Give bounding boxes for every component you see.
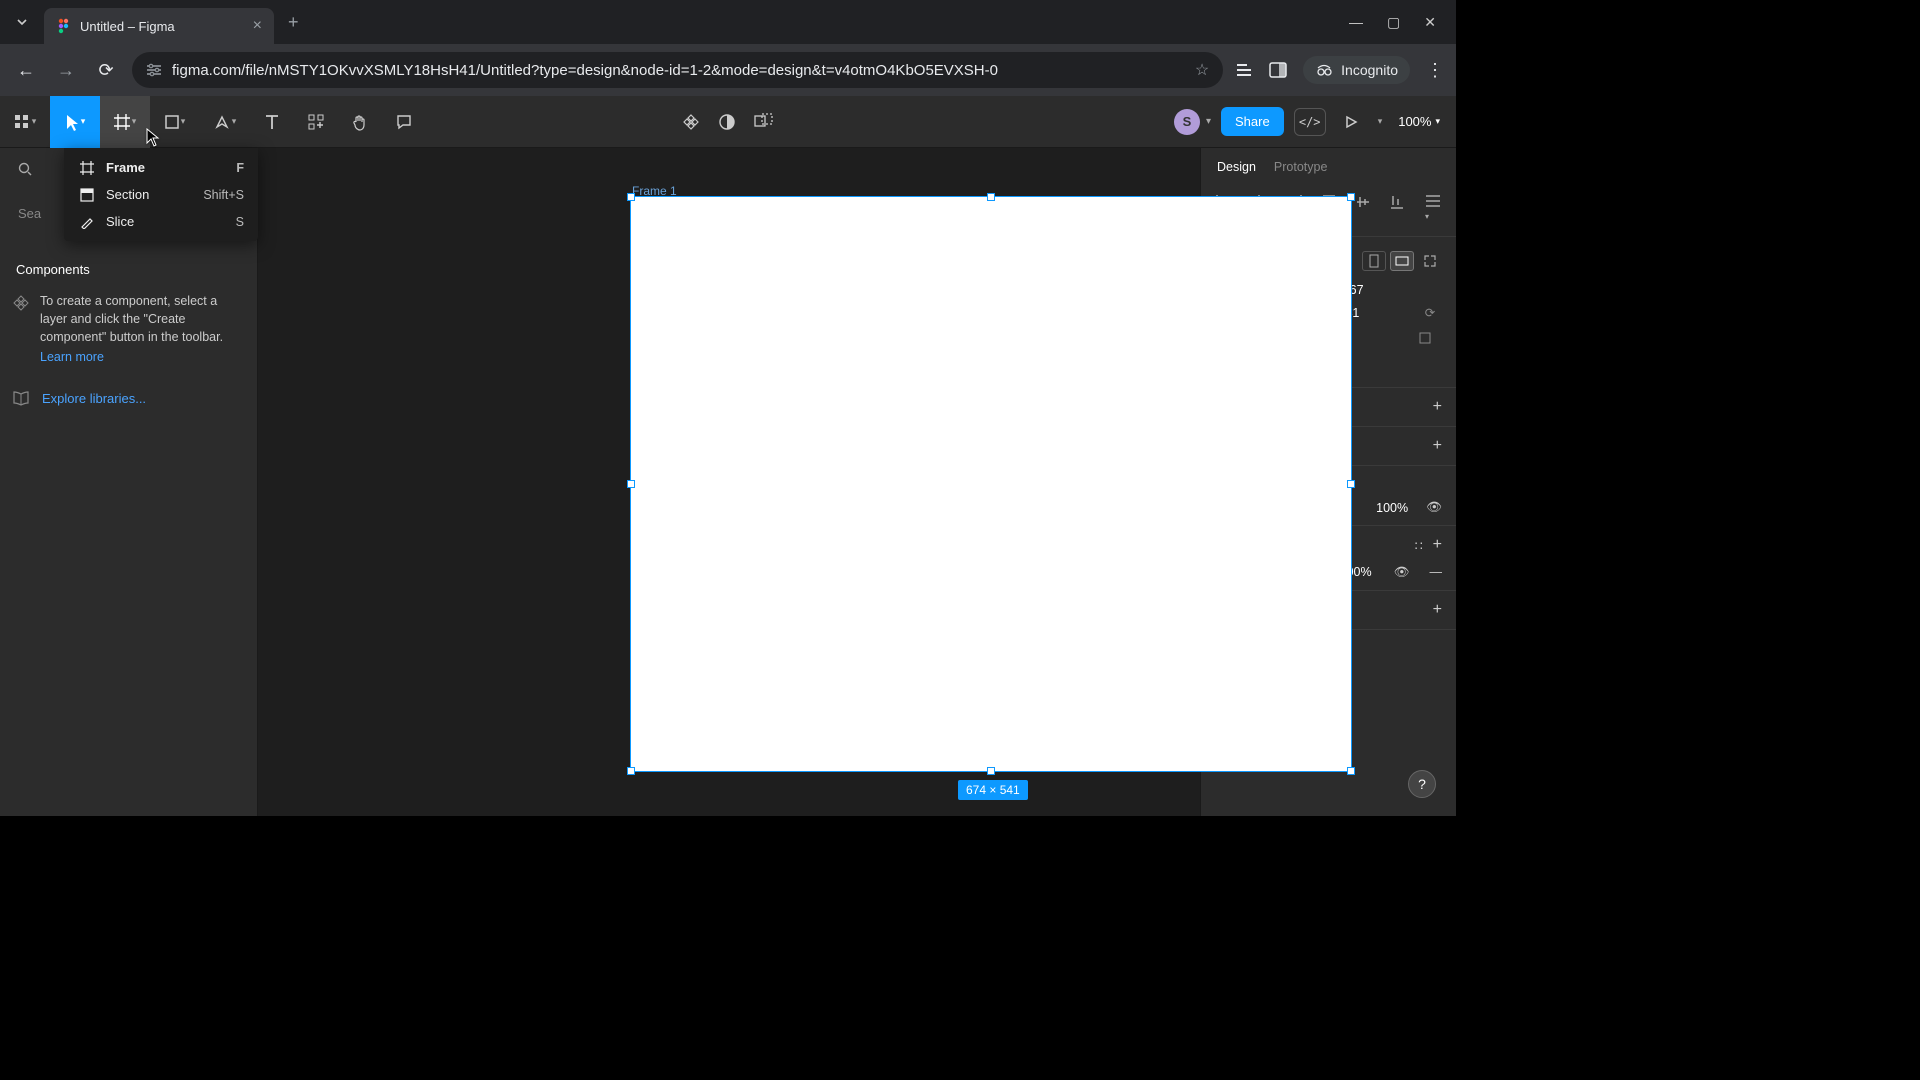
- visibility-toggle-icon[interactable]: 👁: [1426, 500, 1442, 515]
- resize-handle[interactable]: [987, 767, 995, 775]
- side-panel-icon[interactable]: [1269, 62, 1287, 78]
- figma-toolbar: ▾ ▾ ▾ ▾ ▾: [0, 96, 1456, 148]
- portrait-button[interactable]: [1362, 251, 1386, 271]
- dimensions-badge: 674 × 541: [958, 780, 1028, 800]
- tab-title: Untitled – Figma: [80, 19, 175, 34]
- remove-fill-button[interactable]: —: [1430, 565, 1443, 579]
- present-chevron-icon[interactable]: ▾: [1378, 116, 1383, 127]
- components-heading: Components: [16, 262, 90, 277]
- components-help-text: To create a component, select a layer an…: [40, 292, 245, 346]
- independent-corners-icon[interactable]: [1418, 331, 1442, 345]
- frame-tool-button[interactable]: ▾: [100, 96, 150, 148]
- present-button[interactable]: [1336, 115, 1366, 129]
- hand-tool-button[interactable]: [338, 96, 382, 148]
- search-placeholder[interactable]: Sea: [18, 206, 41, 221]
- boolean-icon[interactable]: [754, 113, 774, 131]
- book-icon: [12, 390, 30, 406]
- resize-handle[interactable]: [1347, 480, 1355, 488]
- tab-prototype[interactable]: Prototype: [1274, 160, 1328, 174]
- dropdown-item-frame[interactable]: Frame F: [64, 154, 258, 181]
- search-icon[interactable]: [18, 162, 32, 176]
- dropdown-item-slice[interactable]: Slice S: [64, 208, 258, 235]
- resize-handle[interactable]: [1347, 193, 1355, 201]
- constrain-proportions-icon[interactable]: ⟳: [1418, 305, 1442, 320]
- fill-visibility-icon[interactable]: 👁: [1394, 565, 1410, 580]
- dropdown-item-section[interactable]: Section Shift+S: [64, 181, 258, 208]
- component-icon[interactable]: [682, 113, 700, 131]
- layer-opacity-input[interactable]: 100%: [1376, 501, 1408, 515]
- frame-tool-dropdown: Frame F Section Shift+S Slice S: [64, 148, 258, 241]
- browser-tab-bar: Untitled – Figma × + — ▢ ✕: [0, 0, 1456, 44]
- zoom-level[interactable]: 100%▾: [1392, 114, 1446, 129]
- incognito-chip[interactable]: Incognito: [1303, 56, 1410, 84]
- close-tab-icon[interactable]: ×: [253, 17, 262, 35]
- resize-handle[interactable]: [987, 193, 995, 201]
- resize-handle[interactable]: [627, 480, 635, 488]
- help-button[interactable]: ?: [1408, 770, 1436, 798]
- add-stroke-button[interactable]: +: [1433, 601, 1442, 619]
- maximize-icon[interactable]: ▢: [1387, 14, 1400, 31]
- main-menu-button[interactable]: ▾: [0, 96, 50, 148]
- add-auto-layout-button[interactable]: +: [1433, 398, 1442, 416]
- landscape-button[interactable]: [1390, 251, 1414, 271]
- user-avatar[interactable]: S: [1174, 109, 1200, 135]
- component-outline-icon: [12, 294, 30, 364]
- section-icon: [78, 188, 96, 202]
- bookmark-icon[interactable]: ☆: [1195, 60, 1209, 80]
- mouse-cursor: [146, 128, 160, 148]
- dev-mode-button[interactable]: </>: [1294, 108, 1326, 136]
- reading-list-icon[interactable]: [1235, 62, 1253, 78]
- add-layout-grid-button[interactable]: +: [1433, 437, 1442, 455]
- mask-icon[interactable]: [718, 113, 736, 131]
- left-panel: Sea Frame F Section Shift+S Slice S Comp…: [0, 148, 258, 816]
- browser-tab[interactable]: Untitled – Figma ×: [44, 8, 274, 44]
- align-bottom-icon[interactable]: [1390, 194, 1404, 222]
- tab-design[interactable]: Design: [1217, 160, 1256, 174]
- url-input[interactable]: [172, 62, 1185, 79]
- close-window-icon[interactable]: ✕: [1424, 14, 1436, 31]
- slice-icon: [78, 215, 96, 229]
- minimize-icon[interactable]: —: [1349, 14, 1363, 31]
- resize-handle[interactable]: [627, 193, 635, 201]
- fill-styles-icon[interactable]: ∷: [1415, 538, 1423, 553]
- comment-tool-button[interactable]: [382, 96, 426, 148]
- site-settings-icon[interactable]: [146, 63, 162, 77]
- resize-handle[interactable]: [1347, 767, 1355, 775]
- canvas[interactable]: Frame 1 674 × 541: [258, 148, 1200, 816]
- explore-libraries-link[interactable]: Explore libraries...: [42, 391, 146, 406]
- frame-icon: [78, 161, 96, 175]
- text-tool-button[interactable]: [250, 96, 294, 148]
- add-fill-button[interactable]: +: [1433, 536, 1442, 554]
- reload-button[interactable]: ⟳: [92, 60, 120, 81]
- browser-menu-icon[interactable]: ⋮: [1426, 60, 1444, 81]
- new-tab-button[interactable]: +: [274, 12, 313, 33]
- forward-button[interactable]: →: [52, 60, 80, 81]
- share-button[interactable]: Share: [1221, 107, 1284, 136]
- frame-1[interactable]: [630, 196, 1352, 772]
- figma-favicon: [56, 18, 72, 34]
- pen-tool-button[interactable]: ▾: [200, 96, 250, 148]
- back-button[interactable]: ←: [12, 60, 40, 81]
- incognito-icon: [1315, 63, 1333, 77]
- url-box[interactable]: ☆: [132, 52, 1223, 88]
- move-tool-button[interactable]: ▾: [50, 96, 100, 148]
- resize-handle[interactable]: [627, 767, 635, 775]
- incognito-label: Incognito: [1341, 62, 1398, 78]
- align-vcenter-icon[interactable]: [1356, 194, 1370, 222]
- browser-address-bar: ← → ⟳ ☆ Incognito ⋮: [0, 44, 1456, 96]
- resize-fit-button[interactable]: [1418, 251, 1442, 271]
- distribute-icon[interactable]: ▾: [1424, 194, 1442, 222]
- learn-more-link[interactable]: Learn more: [40, 350, 245, 364]
- resources-button[interactable]: [294, 96, 338, 148]
- tab-search-button[interactable]: [0, 0, 44, 44]
- avatar-chevron-icon[interactable]: ▾: [1206, 116, 1211, 127]
